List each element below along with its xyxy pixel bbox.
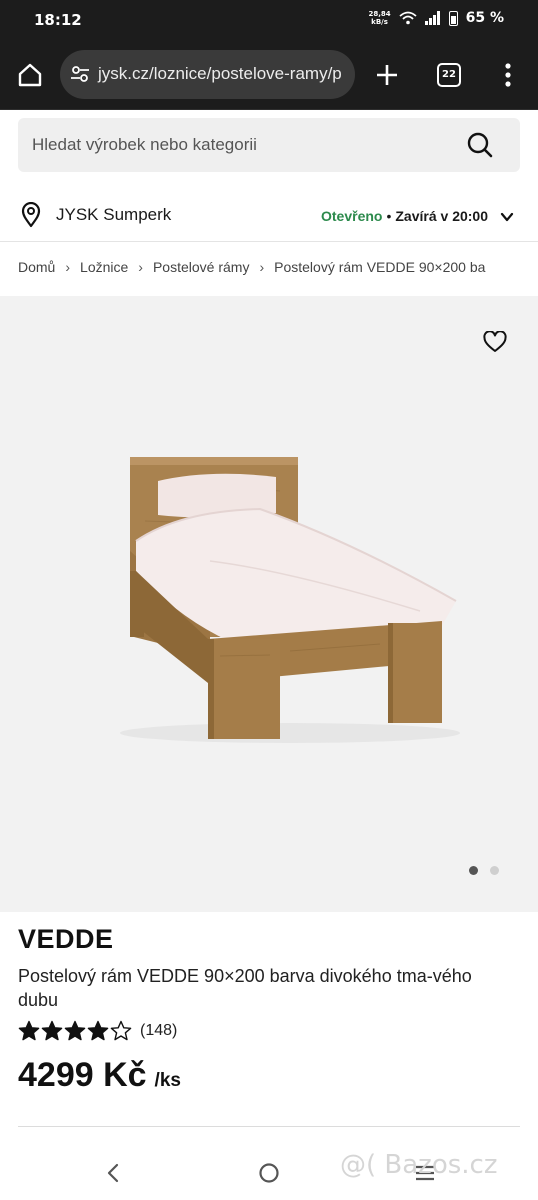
back-icon[interactable] [104, 1162, 122, 1184]
breadcrumb-separator: › [65, 259, 71, 275]
store-closing-time: Zavírá v 20:00 [395, 208, 488, 224]
browser-toolbar: jysk.cz/loznice/postelove-ramy/p 22 [0, 40, 538, 110]
home-icon[interactable] [16, 61, 44, 89]
search-placeholder: Hledat výrobek nebo kategorii [32, 135, 257, 154]
product-gallery[interactable] [0, 296, 538, 912]
product-title: Postelový rám VEDDE 90×200 barva divokéh… [18, 966, 472, 1010]
breadcrumb: Domů › Ložnice › Postelové rámy › Postelový rá… [18, 259, 520, 281]
store-hours: Otevřeno • Zavírá v 20:00 [321, 208, 488, 224]
price-value: 4299 Kč [18, 1056, 147, 1094]
battery-percent: 65 % [465, 10, 504, 26]
star-filled-icon [87, 1020, 109, 1041]
status-bar: 18:12 28,84 kB/s 65 % [0, 0, 538, 40]
star-filled-icon [64, 1020, 86, 1041]
watermark: @( Bazos.cz [340, 1150, 498, 1180]
gallery-pagination [469, 866, 499, 875]
network-speed-unit: kB/s [371, 18, 388, 26]
network-speed: 28,84 kB/s [368, 10, 390, 26]
tab-switcher-button[interactable]: 22 [437, 63, 461, 87]
product-price: 4299 Kč /ks [18, 1056, 181, 1095]
breadcrumb-item-loznice[interactable]: Ložnice [80, 259, 128, 275]
search-icon[interactable] [466, 131, 494, 159]
new-tab-icon[interactable] [372, 60, 402, 90]
breadcrumb-separator: › [138, 259, 143, 275]
status-indicators: 28,84 kB/s 65 % [368, 10, 504, 26]
location-pin-icon [21, 202, 41, 228]
status-time: 18:12 [34, 11, 82, 29]
signal-icon [424, 11, 440, 25]
star-filled-icon [18, 1020, 40, 1041]
breadcrumb-item-current: Postelový rám VEDDE 90×200 ba [274, 259, 486, 275]
network-speed-value: 28,84 [368, 10, 391, 18]
search-field[interactable]: Hledat výrobek nebo kategorii [18, 118, 520, 172]
product-brand: VEDDE [18, 924, 114, 954]
heart-icon[interactable] [483, 331, 507, 353]
product-image[interactable] [90, 451, 470, 751]
breadcrumb-item-home[interactable]: Domů [18, 259, 55, 275]
address-bar[interactable]: jysk.cz/loznice/postelove-ramy/p [60, 50, 355, 99]
battery-icon [448, 10, 458, 26]
breadcrumb-item-postelove-ramy[interactable]: Postelové rámy [153, 259, 249, 275]
star-empty-icon [110, 1020, 132, 1041]
more-menu-icon[interactable] [498, 60, 518, 90]
rating-count[interactable]: (148) [140, 1022, 177, 1040]
home-circle-icon[interactable] [258, 1162, 280, 1184]
store-status-separator: • [386, 208, 392, 224]
price-unit: /ks [154, 1070, 181, 1091]
store-open-status: Otevřeno [321, 208, 383, 224]
breadcrumb-separator: › [259, 259, 265, 275]
system-navigation-bar: @( Bazos.cz [0, 1140, 538, 1200]
star-filled-icon [41, 1020, 63, 1041]
gallery-dot[interactable] [490, 866, 499, 875]
store-name: JYSK Sumperk [56, 205, 172, 224]
site-settings-icon[interactable] [70, 64, 90, 84]
store-selector[interactable]: JYSK Sumperk Otevřeno • Zavírá v 20:00 [0, 190, 538, 242]
product-rating[interactable]: (148) [18, 1020, 177, 1042]
rating-stars [18, 1020, 132, 1042]
chevron-down-icon[interactable] [500, 210, 514, 224]
wifi-icon [399, 11, 417, 25]
url-text[interactable]: jysk.cz/loznice/postelove-ramy/p [98, 64, 342, 84]
gallery-dot-active[interactable] [469, 866, 478, 875]
divider [18, 1126, 520, 1127]
